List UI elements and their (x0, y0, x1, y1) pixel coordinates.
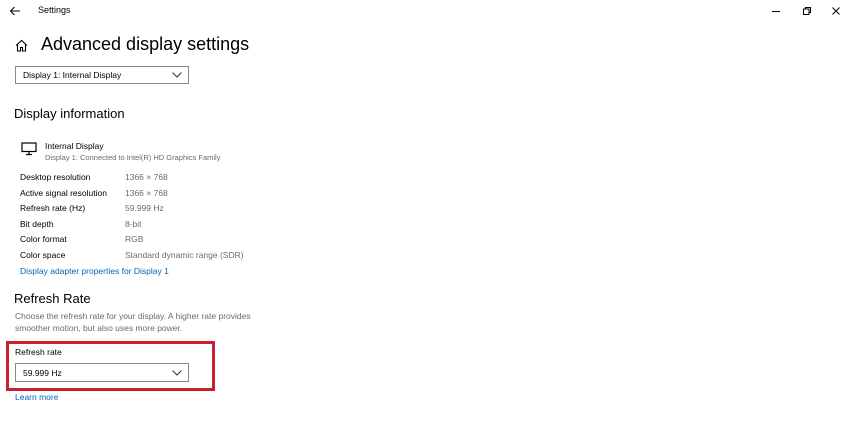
close-button[interactable] (828, 3, 844, 19)
display-select-value: Display 1: Internal Display (23, 70, 122, 80)
title-bar: Settings (0, 0, 850, 22)
refresh-rate-description: Choose the refresh rate for your display… (15, 311, 251, 333)
info-label: Active signal resolution (20, 187, 107, 198)
home-button[interactable] (14, 38, 29, 53)
back-button[interactable] (8, 4, 22, 18)
chevron-down-icon (172, 369, 182, 376)
chevron-down-icon (172, 72, 182, 78)
minimize-icon (772, 11, 780, 12)
home-icon (15, 39, 28, 52)
restore-button[interactable] (799, 3, 815, 19)
display-name: Internal Display (45, 141, 104, 151)
info-label: Desktop resolution (20, 172, 91, 182)
info-value: 59.999 Hz (125, 203, 164, 214)
display-adapter-properties-link[interactable]: Display adapter properties for Display 1 (20, 266, 169, 276)
info-label: Color format (20, 234, 67, 245)
refresh-rate-heading: Refresh Rate (14, 291, 91, 306)
info-value: 1366 × 768 (125, 187, 168, 198)
back-arrow-icon (9, 6, 20, 16)
info-label: Color space (20, 249, 66, 260)
display-information-heading: Display information (14, 106, 125, 121)
display-subtitle: Display 1: Connected to Intel(R) HD Grap… (45, 153, 221, 162)
close-icon (832, 7, 840, 15)
info-value: Standard dynamic range (SDR) (125, 249, 244, 260)
page-title: Advanced display settings (41, 34, 250, 54)
restore-icon (803, 7, 811, 15)
info-label: Bit depth (20, 218, 54, 229)
refresh-rate-select[interactable]: 59.999 Hz (15, 363, 189, 382)
window-title: Settings (38, 5, 71, 15)
learn-more-link[interactable]: Learn more (15, 392, 58, 402)
info-label: Refresh rate (Hz) (20, 203, 86, 214)
monitor-icon-wrap (21, 142, 37, 156)
refresh-rate-label: Refresh rate (15, 347, 62, 357)
refresh-rate-select-value: 59.999 Hz (23, 367, 62, 378)
info-value: 8-bit (125, 218, 142, 229)
info-value: RGB (125, 234, 144, 245)
info-value: 1366 × 768 (125, 172, 168, 182)
monitor-icon (21, 142, 37, 156)
display-select[interactable]: Display 1: Internal Display (15, 66, 189, 84)
minimize-button[interactable] (768, 3, 784, 19)
